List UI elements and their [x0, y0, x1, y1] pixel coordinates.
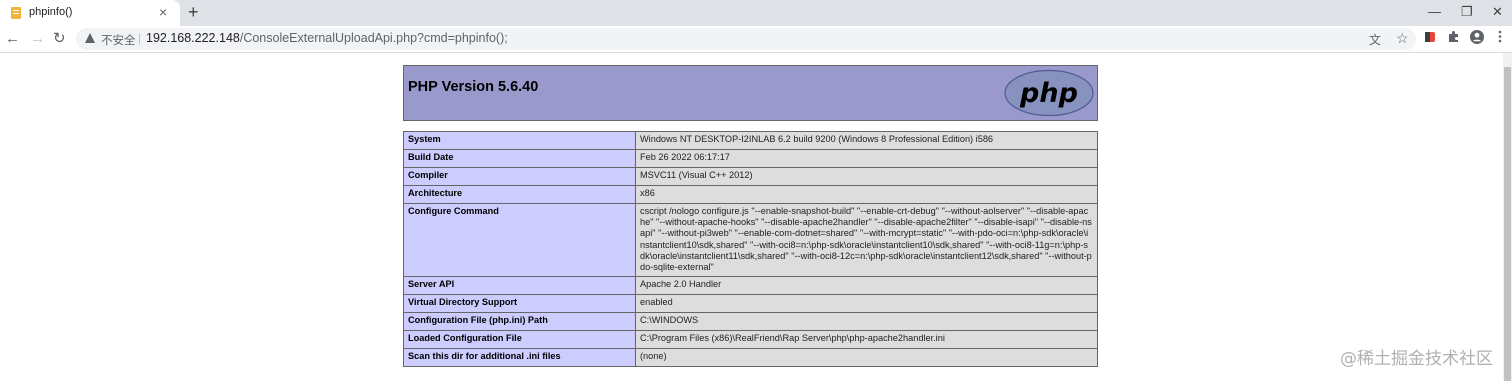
row-label: Compiler [403, 167, 636, 186]
tab-title: phpinfo() [29, 6, 73, 18]
table-row: Build Date Feb 26 2022 06:17:17 [403, 149, 1098, 168]
security-label[interactable]: 不安全 [101, 32, 136, 48]
tab-strip: phpinfo() × + — ❐ ✕ [0, 0, 1512, 26]
row-label: Virtual Directory Support [403, 294, 636, 314]
url-text[interactable]: 192.168.222.148/ConsoleExternalUploadApi… [146, 31, 508, 45]
row-value: C:\WINDOWS [635, 312, 1098, 332]
new-tab-button[interactable]: + [188, 2, 199, 22]
row-value: cscript /nologo configure.js "--enable-s… [635, 202, 1098, 278]
row-label: Scan this dir for additional .ini files [403, 348, 636, 368]
table-row: Configuration File (php.ini) Path C:\WIND… [403, 312, 1098, 332]
row-value: C:\Program Files (x86)\RealFriend\Rap Se… [635, 330, 1098, 350]
restore-button[interactable]: ❐ [1461, 4, 1473, 20]
row-label: Build Date [403, 149, 636, 168]
svg-text:php: php [1019, 78, 1078, 109]
row-label: Configure Command [403, 202, 636, 278]
reload-button[interactable]: ↻ [53, 30, 66, 48]
table-row: Scan this dir for additional .ini files(… [403, 348, 1098, 368]
row-value: x86 [635, 185, 1098, 204]
url-path: /ConsoleExternalUploadApi.php?cmd=phpinf… [239, 31, 508, 45]
php-version-title: PHP Version 5.6.40 [408, 79, 539, 95]
table-row: System Windows NT DESKTOP-I2INLAB 6.2 bui… [403, 131, 1098, 150]
row-value: MSVC11 (Visual C++ 2012) [635, 167, 1098, 186]
row-label: Server API [403, 276, 636, 296]
row-label: Configuration File (php.ini) Path [403, 312, 636, 332]
phpinfo-table: System Windows NT DESKTOP-I2INLAB 6.2 bui… [403, 131, 1098, 368]
scrollbar-thumb[interactable] [1504, 67, 1511, 381]
table-row: Virtual Directory Support enabled [403, 294, 1098, 314]
page-favicon-icon [11, 7, 21, 19]
php-version-header: PHP Version 5.6.40 php [403, 65, 1098, 121]
address-divider: | [138, 31, 142, 45]
row-label: Loaded Configuration File [403, 330, 636, 350]
table-row: Loaded Configuration File C:\Program File… [403, 330, 1098, 350]
menu-kebab-icon[interactable] [1498, 30, 1502, 48]
warning-icon [85, 33, 95, 43]
table-row: Server API Apache 2.0 Handler [403, 276, 1098, 296]
row-value: Apache 2.0 Handler [635, 276, 1098, 296]
puzzle-extensions-icon[interactable] [1447, 30, 1460, 48]
url-host: 192.168.222.148 [146, 31, 240, 45]
php-logo-icon: php [1004, 69, 1094, 117]
browser-toolbar: ← → ↻ 不安全 | 192.168.222.148/ConsoleExter… [0, 26, 1512, 53]
row-value: (none) [635, 348, 1098, 368]
watermark: @稀土掘金技术社区 [1340, 349, 1493, 369]
extension-icon[interactable] [1424, 30, 1436, 48]
forward-button[interactable]: → [30, 30, 45, 48]
table-row: Compiler MSVC11 (Visual C++ 2012) [403, 167, 1098, 186]
row-label: Architecture [403, 185, 636, 204]
profile-avatar-icon[interactable] [1470, 30, 1484, 49]
back-button[interactable]: ← [5, 30, 20, 48]
table-row: Architecture x86 [403, 185, 1098, 204]
translate-icon[interactable]: 文 [1369, 31, 1381, 48]
tab-close-icon[interactable]: × [159, 4, 167, 20]
address-bar[interactable]: 不安全 | 192.168.222.148/ConsoleExternalUpl… [76, 28, 1416, 50]
page-scrollbar[interactable] [1503, 53, 1512, 381]
minimize-button[interactable]: — [1428, 4, 1441, 20]
window-close-button[interactable]: ✕ [1492, 4, 1503, 20]
row-value: enabled [635, 294, 1098, 314]
row-value: Feb 26 2022 06:17:17 [635, 149, 1098, 168]
row-value: Windows NT DESKTOP-I2INLAB 6.2 build 920… [635, 131, 1098, 150]
table-row: Configure Command cscript /nologo configu… [403, 202, 1098, 278]
bookmark-star-icon[interactable]: ☆ [1396, 30, 1409, 47]
row-label: System [403, 131, 636, 150]
tab-phpinfo[interactable]: phpinfo() × [0, 0, 180, 26]
